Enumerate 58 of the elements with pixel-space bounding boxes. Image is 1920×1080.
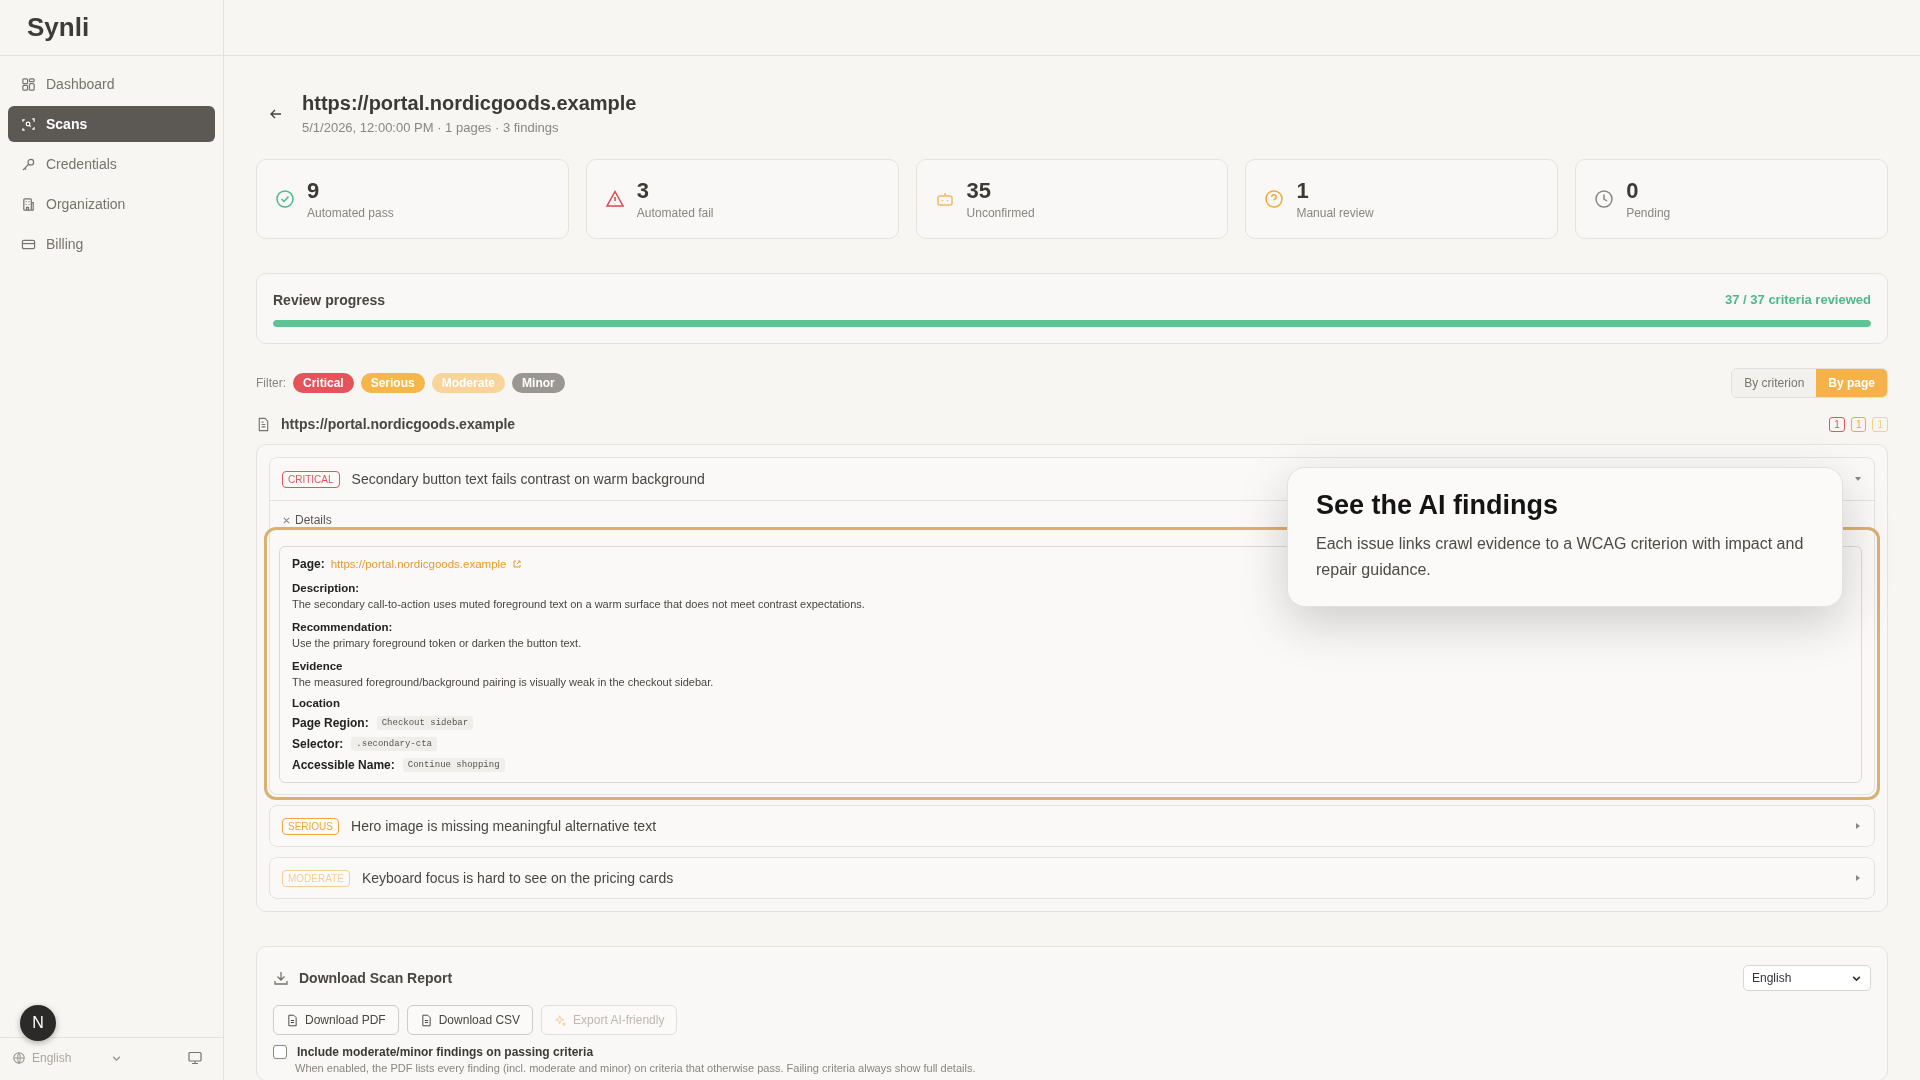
stat-value: 35 <box>966 178 993 204</box>
section-text: The secondary call-to-action uses muted foreground text on a warm surface that does not meet contrast expectations. <box>292 598 866 610</box>
section-text: Use the primary foreground token or darken the button text. <box>292 637 583 649</box>
field-label: Page Region: <box>292 716 369 730</box>
field-label: Accessible Name: <box>292 758 395 772</box>
finding-title[interactable]: Keyboard focus is hard to see on the pricing cards <box>361 870 1842 886</box>
report-title: Download Scan Report <box>299 970 453 986</box>
progress-reading: 37 / 37 criteria reviewed <box>1725 292 1871 308</box>
view-toggle-tab[interactable]: By criterion <box>1732 369 1817 397</box>
download-button[interactable]: Download PDF <box>273 1005 399 1035</box>
severity-filter-chip[interactable]: Critical <box>293 373 354 393</box>
field-label: Page: <box>292 557 325 571</box>
page-url: https://portal.nordicgoods.example <box>281 416 516 432</box>
download-button[interactable]: Download CSV <box>406 1005 534 1035</box>
code-value: .secondary-cta <box>351 737 437 751</box>
code-value: Continue shopping <box>402 758 505 772</box>
option-hint: When enabled, the PDF lists every finding (incl. moderate and minor) on criteria that otherwise pass. Failing criteria always show full details. <box>295 1062 977 1074</box>
filter-label: Filter: <box>256 376 286 390</box>
field-label: Selector: <box>292 737 344 751</box>
severity-filter-chip[interactable]: Minor <box>512 373 565 393</box>
stat-label: Unconfirmed <box>966 206 1035 220</box>
tour-text: Each issue links crawl evidence to a WCAG criterion with impact and repair guidance. <box>1316 534 1805 580</box>
severity-tag: CRITICAL <box>282 470 340 488</box>
sidebar-item[interactable]: Dashboard <box>8 66 215 102</box>
section-heading: Location <box>292 697 341 709</box>
stat-label: Pending <box>1626 206 1671 220</box>
stat-value: 3 <box>636 178 651 204</box>
severity-count: 1 <box>1850 416 1867 432</box>
section-text: The measured foreground/background pairing is visually weak in the checkout sidebar. <box>292 676 715 688</box>
severity-tag: SERIOUS <box>282 817 339 835</box>
stat-label: Automated fail <box>636 206 714 220</box>
option-label: Include moderate/minor findings on passing criteria <box>297 1045 594 1059</box>
stat-value: 9 <box>307 178 321 204</box>
sidebar-item[interactable]: Organization <box>8 186 215 222</box>
stat-value: 0 <box>1626 178 1640 204</box>
severity-count: 1 <box>1872 416 1888 432</box>
tour-title: See the AI findings <box>1316 490 1560 521</box>
page-title: https://portal.nordicgoods.example <box>302 92 637 115</box>
details-toggle[interactable]: Details <box>282 513 332 527</box>
stat-value: 1 <box>1296 178 1310 204</box>
stat-label: Manual review <box>1296 206 1374 220</box>
section-heading: Evidence <box>292 660 344 672</box>
logo: Synli <box>27 12 90 43</box>
language-select[interactable]: English <box>12 1051 122 1065</box>
finding-title[interactable]: Hero image is missing meaningful alternative text <box>351 818 1842 834</box>
severity-count: 1 <box>1829 416 1845 432</box>
language-dropdown[interactable]: English <box>1743 965 1871 991</box>
sidebar-item[interactable]: Credentials <box>8 146 215 182</box>
code-value: Checkout sidebar <box>376 716 474 730</box>
section-heading: Recommendation: <box>292 621 394 633</box>
scan-meta: 5/1/2026, 12:00:00 PM · 1 pages · 3 findings <box>302 120 560 135</box>
sidebar-item[interactable]: Billing <box>8 226 215 262</box>
user-avatar[interactable]: N <box>20 1005 56 1041</box>
section-heading: Description: <box>292 582 361 594</box>
progress-title: Review progress <box>273 292 386 308</box>
severity-tag: MODERATE <box>282 869 350 887</box>
stat-label: Automated pass <box>307 206 394 220</box>
sidebar-item[interactable]: Scans <box>8 106 215 142</box>
